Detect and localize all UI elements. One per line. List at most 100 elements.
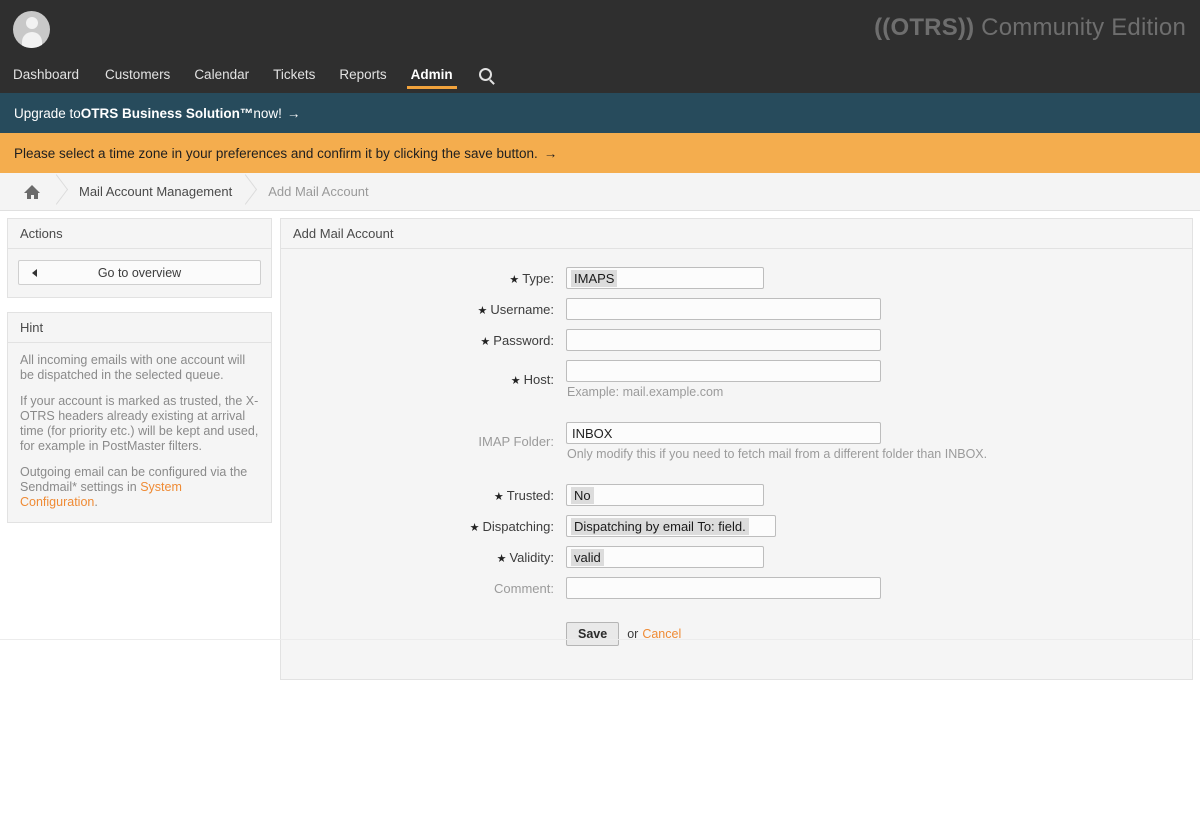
nav-item-dashboard[interactable]: Dashboard (13, 56, 93, 93)
label-imap-folder: IMAP Folder: (478, 434, 554, 449)
control-dispatching: Dispatching by email To: field. (566, 515, 1192, 537)
type-select[interactable]: IMAPS (566, 267, 764, 289)
add-mail-account-panel: Add Mail Account ★ Type: IMAPS ★ Username: (280, 218, 1193, 680)
hint-paragraph-3: Outgoing email can be configured via the… (20, 465, 259, 510)
imap-folder-input[interactable] (566, 422, 881, 444)
hint-widget-title: Hint (8, 313, 271, 343)
control-comment (566, 577, 1192, 599)
dispatching-select[interactable]: Dispatching by email To: field. (566, 515, 776, 537)
label-host-text: Host: (523, 372, 554, 387)
sidebar: Actions Go to overview Hint All incoming… (7, 218, 272, 537)
field-row-imap-folder: IMAP Folder: Only modify this if you nee… (281, 422, 1192, 461)
label-trusted-text: Trusted: (506, 487, 554, 503)
actions-widget-body: Go to overview (8, 249, 271, 297)
timezone-arrow-icon: → (543, 145, 558, 161)
validity-select[interactable]: valid (566, 546, 764, 568)
upgrade-suffix-text: now! (253, 105, 282, 121)
field-row-comment: Comment: (281, 577, 1192, 599)
host-input[interactable] (566, 360, 881, 382)
field-row-submit: Save or Cancel (281, 622, 1192, 646)
search-icon (478, 68, 492, 81)
control-username (566, 298, 1192, 320)
nav-item-admin[interactable]: Admin (399, 56, 465, 93)
control-type: IMAPS (566, 267, 1192, 289)
username-input[interactable] (566, 298, 881, 320)
required-star-icon: ★ (493, 490, 504, 503)
footer-divider (0, 639, 1200, 640)
hint-paragraph-3-prefix: Outgoing email can be configured via the… (20, 465, 248, 494)
control-trusted: No (566, 484, 1192, 506)
nav-item-calendar[interactable]: Calendar (182, 56, 261, 93)
label-type: ★ Type: (281, 271, 566, 286)
label-host: ★ Host: (281, 372, 566, 387)
trusted-select[interactable]: No (566, 484, 764, 506)
hint-widget-body: All incoming emails with one account wil… (8, 343, 271, 522)
required-star-icon: ★ (509, 273, 520, 286)
required-star-icon: ★ (477, 304, 488, 317)
dispatching-select-value: Dispatching by email To: field. (571, 517, 749, 535)
hint-paragraph-2: If your account is marked as trusted, th… (20, 394, 259, 453)
product-logo: ((OTRS)) Community Edition (874, 14, 1186, 42)
label-dispatching-text: Dispatching: (482, 518, 554, 534)
nav-item-customers[interactable]: Customers (93, 56, 182, 93)
brand-mark: ((OTRS)) (874, 14, 975, 41)
type-select-value: IMAPS (571, 269, 618, 287)
page-layout: Actions Go to overview Hint All incoming… (0, 211, 1200, 815)
control-password (566, 329, 1192, 351)
add-mail-account-form: ★ Type: IMAPS ★ Username: ★ Password: ★ … (281, 249, 1192, 679)
label-type-text: Type: (522, 270, 554, 286)
upgrade-notification-bar[interactable]: Upgrade to OTRS Business Solution™ now! → (0, 93, 1200, 133)
control-imap-folder: Only modify this if you need to fetch ma… (566, 422, 1192, 461)
field-row-validity: ★ Validity: valid (281, 546, 1192, 568)
comment-input[interactable] (566, 577, 881, 599)
field-row-dispatching: ★ Dispatching: Dispatching by email To: f… (281, 515, 1192, 537)
hint-paragraph-1: All incoming emails with one account wil… (20, 353, 246, 382)
required-star-icon: ★ (510, 375, 521, 387)
page-title: Add Mail Account (281, 219, 1192, 249)
required-star-icon: ★ (496, 552, 507, 565)
field-row-username: ★ Username: (281, 298, 1192, 320)
hint-paragraph-3-suffix: . (94, 495, 98, 509)
label-username-text: Username: (490, 301, 554, 317)
nav-item-reports[interactable]: Reports (327, 56, 398, 93)
nav-search-button[interactable] (465, 56, 506, 93)
control-validity: valid (566, 546, 1192, 568)
nav-item-tickets[interactable]: Tickets (261, 56, 327, 93)
save-button[interactable]: Save (566, 622, 620, 646)
field-row-password: ★ Password: (281, 329, 1192, 351)
label-password: ★ Password: (281, 333, 566, 348)
imap-folder-helper-text: Only modify this if you need to fetch ma… (567, 447, 988, 461)
chevron-left-icon (32, 268, 37, 277)
breadcrumb-item-add-mail-account: Add Mail Account (246, 173, 383, 210)
upgrade-strong-text: OTRS Business Solution™ (80, 105, 254, 121)
breadcrumb: Mail Account Management Add Mail Account (0, 173, 1200, 211)
avatar-head-shape (25, 17, 38, 29)
password-input[interactable] (566, 329, 881, 351)
trusted-select-value: No (571, 486, 594, 504)
upgrade-prefix-text: Upgrade to (14, 105, 81, 121)
label-dispatching: ★ Dispatching: (281, 519, 566, 534)
required-star-icon: ★ (469, 521, 480, 534)
breadcrumb-item-mail-account-management[interactable]: Mail Account Management (57, 173, 247, 210)
control-host: Example: mail.example.com (566, 360, 1192, 399)
submit-controls: Save or Cancel (566, 622, 1192, 646)
top-navigation-bar: ((OTRS)) Community Edition Dashboard Cus… (0, 0, 1200, 93)
go-to-overview-label: Go to overview (97, 266, 182, 280)
field-row-type: ★ Type: IMAPS (281, 267, 1192, 289)
label-validity-text: Validity: (509, 549, 554, 565)
host-helper-text: Example: mail.example.com (567, 385, 724, 399)
field-row-trusted: ★ Trusted: No (281, 484, 1192, 506)
label-validity: ★ Validity: (281, 550, 566, 565)
actions-widget-title: Actions (8, 219, 271, 249)
avatar[interactable] (13, 11, 50, 48)
go-to-overview-button[interactable]: Go to overview (18, 260, 261, 285)
label-trusted: ★ Trusted: (281, 488, 566, 503)
label-username: ★ Username: (281, 302, 566, 317)
field-row-host: ★ Host: Example: mail.example.com (281, 360, 1192, 399)
home-icon (24, 184, 41, 199)
timezone-notification-bar[interactable]: Please select a time zone in your prefer… (0, 133, 1200, 173)
upgrade-arrow-icon: → (286, 105, 301, 121)
label-password-text: Password: (493, 332, 554, 348)
main-nav-list: Dashboard Customers Calendar Tickets Rep… (0, 56, 506, 93)
breadcrumb-home[interactable] (0, 173, 57, 210)
